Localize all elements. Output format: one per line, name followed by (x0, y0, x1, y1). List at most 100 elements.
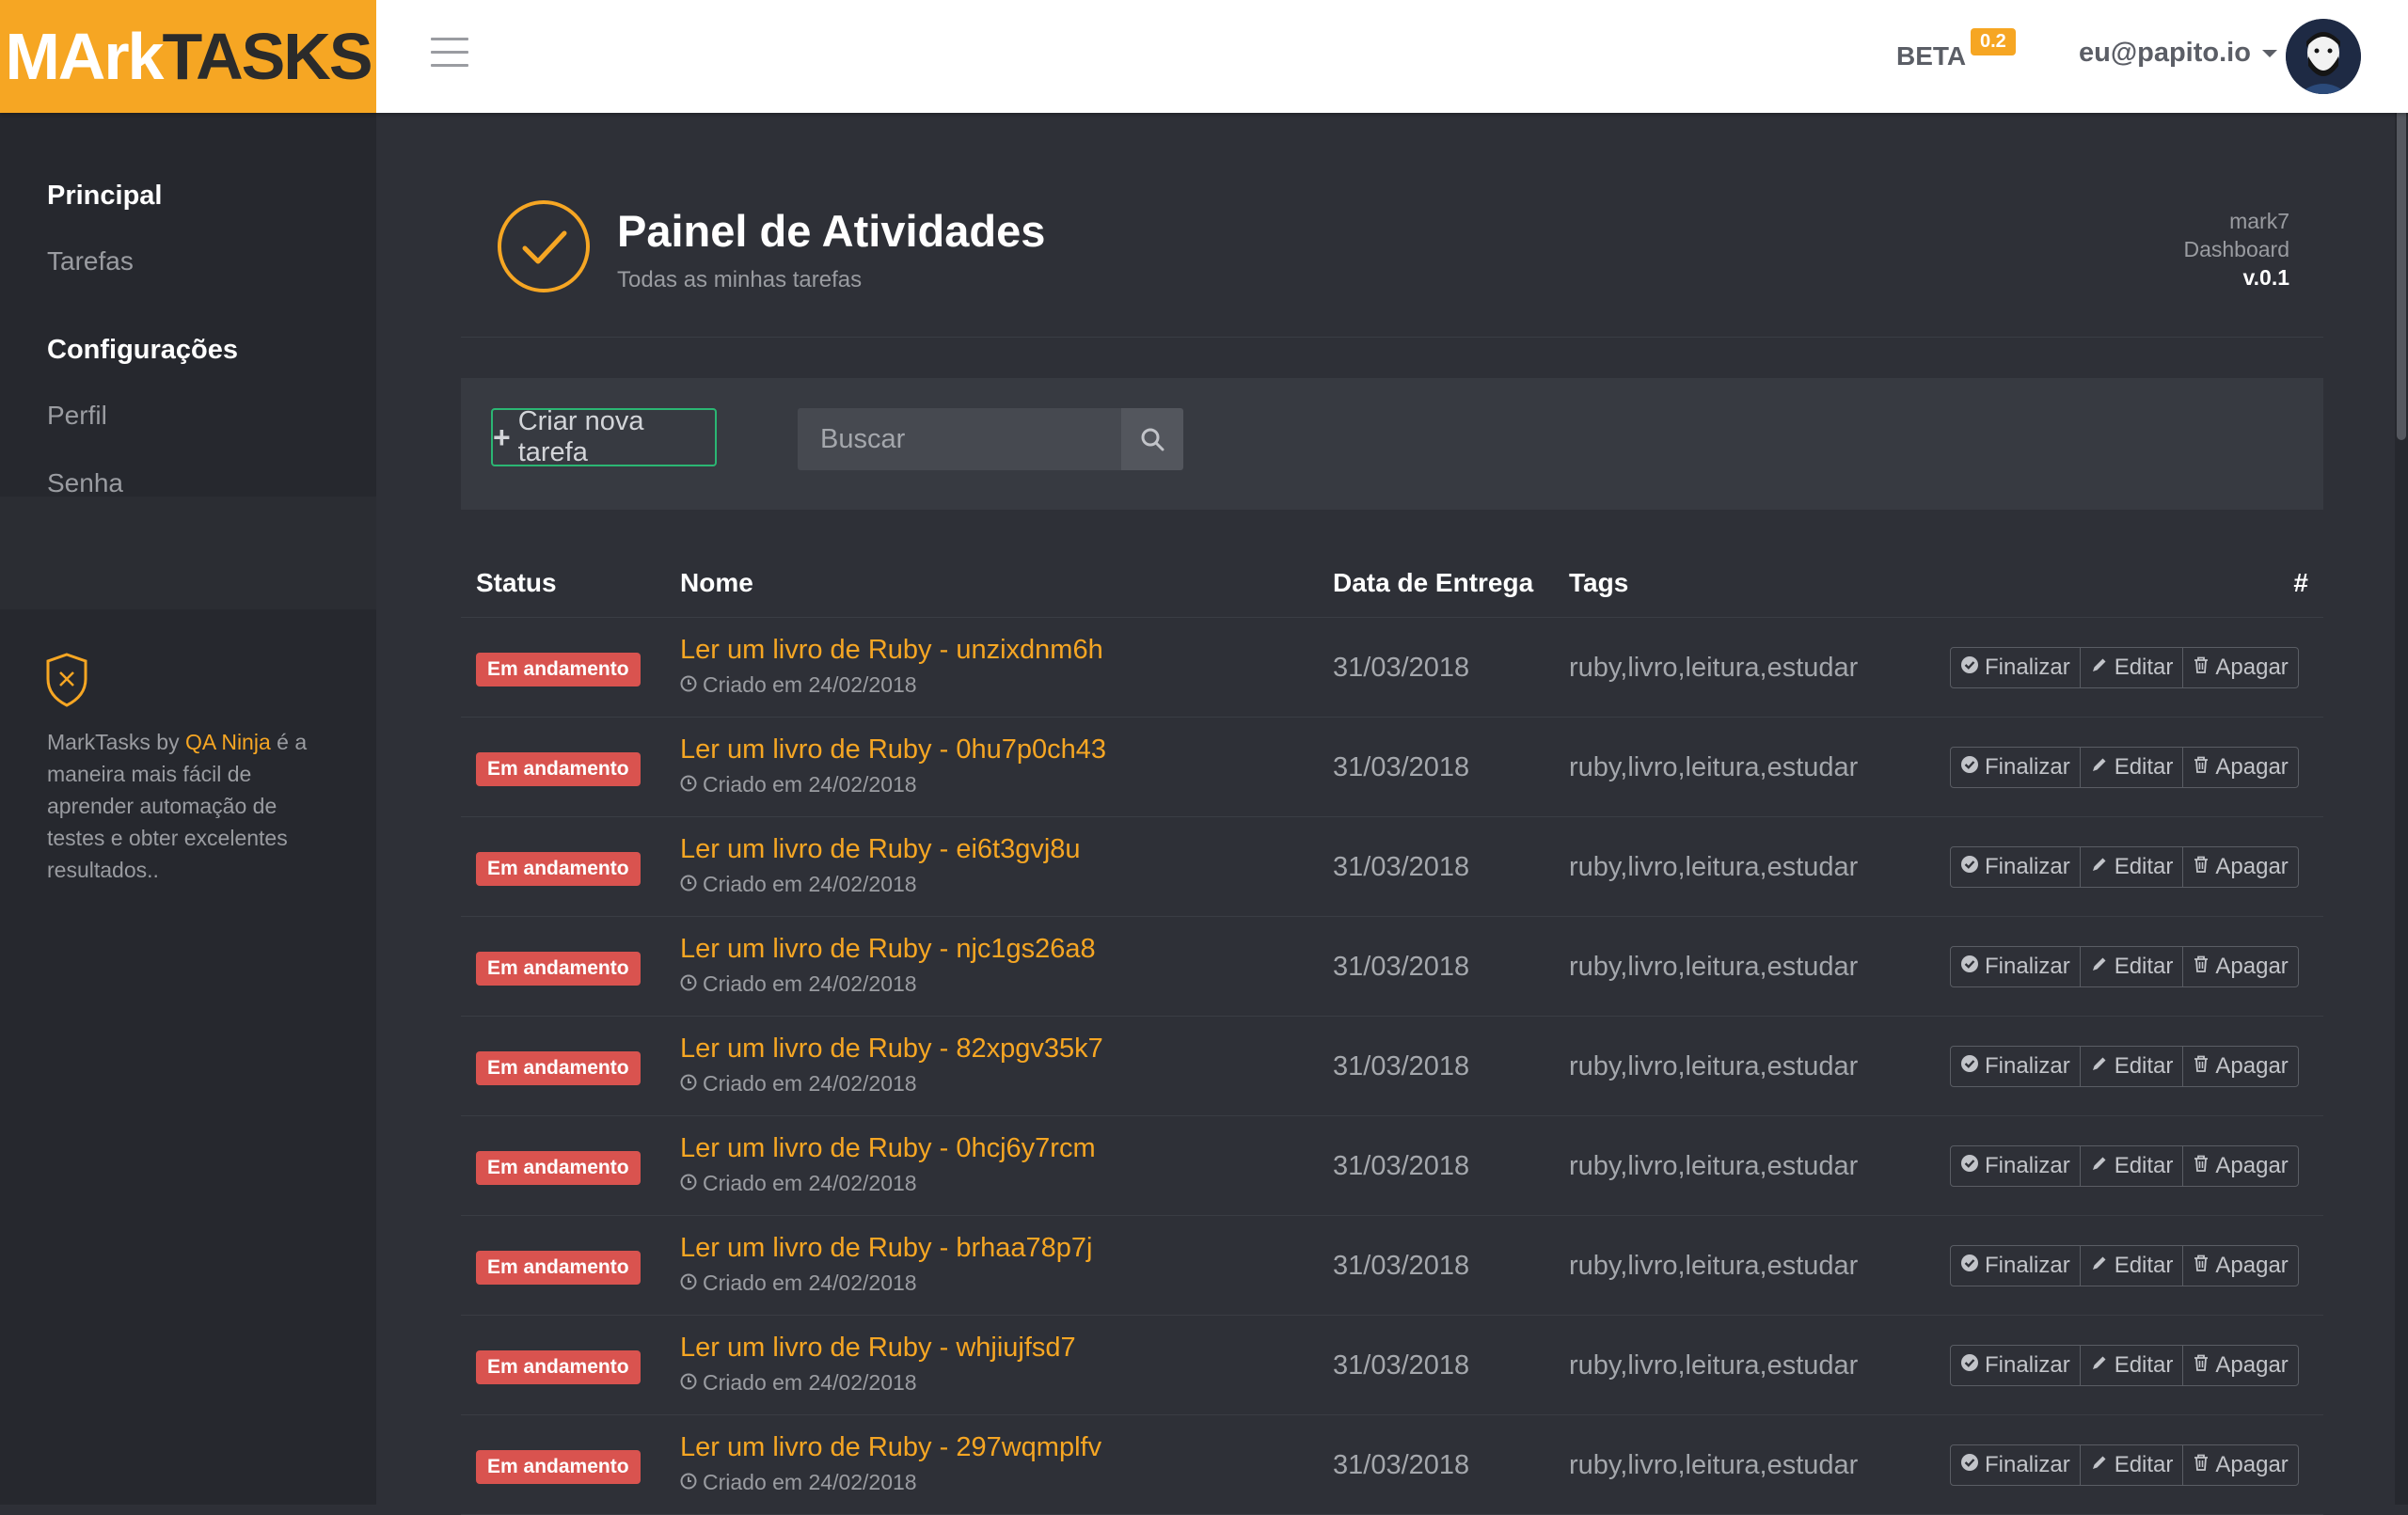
task-name-link[interactable]: Ler um livro de Ruby - 0hcj6y7rcm (680, 1133, 1096, 1164)
pencil-icon (2090, 954, 2115, 980)
due-date: 31/03/2018 (1333, 852, 1470, 882)
caret-down-icon (2261, 49, 2277, 57)
delete-button[interactable]: Apagar (2182, 1246, 2297, 1286)
column-due: Data de Entrega (1333, 568, 1534, 597)
search-input[interactable] (798, 408, 1121, 470)
create-task-label: Criar nova tarefa (517, 406, 644, 467)
edit-button[interactable]: Editar (2079, 748, 2183, 787)
qa-ninja-link[interactable]: QA Ninja (185, 730, 271, 754)
check-circle-icon (498, 200, 590, 292)
meta-version: v.0.1 (2242, 265, 2289, 290)
sidebar-divider (0, 497, 376, 609)
clock-icon (680, 1370, 697, 1396)
edit-button[interactable]: Editar (2079, 1146, 2183, 1186)
created-date: Criado em 24/02/2018 (680, 772, 917, 797)
sidebar-item-tasks[interactable]: Tarefas (0, 246, 134, 276)
delete-button[interactable]: Apagar (2182, 648, 2297, 687)
task-name-link[interactable]: Ler um livro de Ruby - 0hu7p0ch43 (680, 734, 1106, 765)
clock-icon (680, 971, 697, 997)
finish-button[interactable]: Finalizar (1951, 648, 2080, 687)
check-circle-icon (1960, 1452, 1985, 1478)
status-badge: Em andamento (476, 952, 641, 986)
sidebar-item-password[interactable]: Senha (0, 468, 123, 498)
delete-button[interactable]: Apagar (2182, 947, 2297, 986)
created-date: Criado em 24/02/2018 (680, 1370, 917, 1396)
create-task-button[interactable]: + Criar nova tarefa (491, 406, 717, 467)
trash-icon (2193, 954, 2215, 980)
table-row: Em andamento Ler um livro de Ruby - 0hcj6… (461, 1116, 2323, 1216)
delete-button[interactable]: Apagar (2182, 1047, 2297, 1086)
row-actions: Finalizar Editar Apagar (1950, 1145, 2299, 1187)
edit-button[interactable]: Editar (2079, 1246, 2183, 1286)
pencil-icon (2090, 1053, 2115, 1080)
task-name-link[interactable]: Ler um livro de Ruby - njc1gs26a8 (680, 934, 1096, 965)
due-date: 31/03/2018 (1333, 952, 1470, 982)
status-badge: Em andamento (476, 1350, 641, 1384)
task-tags: ruby,livro,leitura,estudar (1569, 1151, 1859, 1181)
finish-button[interactable]: Finalizar (1951, 847, 2080, 887)
sidebar-item-profile[interactable]: Perfil (0, 401, 107, 431)
hamburger-icon[interactable] (431, 38, 468, 68)
clock-icon (680, 1071, 697, 1097)
created-date: Criado em 24/02/2018 (680, 1171, 917, 1196)
finish-button[interactable]: Finalizar (1951, 1047, 2080, 1086)
status-badge: Em andamento (476, 1051, 641, 1085)
task-name-link[interactable]: Ler um livro de Ruby - ei6t3gvj8u (680, 834, 1081, 865)
task-name-link[interactable]: Ler um livro de Ruby - unzixdnm6h (680, 635, 1103, 666)
sidebar-about: MarkTasks by QA Ninja é a maneira mais f… (47, 730, 308, 882)
meta-section: Dashboard (2183, 237, 2289, 261)
status-badge: Em andamento (476, 1151, 641, 1185)
pencil-icon (2090, 854, 2115, 880)
trash-icon (2193, 754, 2215, 781)
table-row: Em andamento Ler um livro de Ruby - unzix… (461, 618, 2323, 718)
task-name-link[interactable]: Ler um livro de Ruby - 82xpgv35k7 (680, 1034, 1103, 1065)
finish-button[interactable]: Finalizar (1951, 1146, 2080, 1186)
delete-button[interactable]: Apagar (2182, 748, 2297, 787)
trash-icon (2193, 854, 2215, 880)
edit-button[interactable]: Editar (2079, 1445, 2183, 1485)
finish-button[interactable]: Finalizar (1951, 947, 2080, 986)
page-scrollbar[interactable] (2395, 0, 2408, 1505)
clock-icon (680, 872, 697, 897)
task-name-link[interactable]: Ler um livro de Ruby - 297wqmplfv (680, 1432, 1101, 1463)
beta-label: BETA (1896, 41, 1967, 71)
version-badge: 0.2 (1971, 28, 2016, 55)
finish-button[interactable]: Finalizar (1951, 1346, 2080, 1385)
trash-icon (2193, 655, 2215, 681)
check-circle-icon (1960, 754, 1985, 781)
page-subtitle: Todas as minhas tarefas (617, 267, 863, 292)
edit-button[interactable]: Editar (2079, 947, 2183, 986)
delete-button[interactable]: Apagar (2182, 1445, 2297, 1485)
finish-button[interactable]: Finalizar (1951, 1445, 2080, 1485)
edit-button[interactable]: Editar (2079, 1346, 2183, 1385)
finish-button[interactable]: Finalizar (1951, 1246, 2080, 1286)
finish-button[interactable]: Finalizar (1951, 748, 2080, 787)
task-tags: ruby,livro,leitura,estudar (1569, 852, 1859, 882)
row-actions: Finalizar Editar Apagar (1950, 946, 2299, 987)
logo[interactable]: MArkTASKS (0, 0, 376, 113)
toolbar: + Criar nova tarefa (461, 378, 2323, 510)
pencil-icon (2090, 655, 2115, 681)
edit-button[interactable]: Editar (2079, 648, 2183, 687)
created-date: Criado em 24/02/2018 (680, 872, 917, 897)
avatar[interactable] (2286, 19, 2361, 94)
check-circle-icon (1960, 655, 1985, 681)
column-name: Nome (680, 568, 753, 597)
task-name-link[interactable]: Ler um livro de Ruby - brhaa78p7j (680, 1233, 1092, 1264)
search-icon (1141, 428, 1164, 451)
check-circle-icon (1960, 954, 1985, 980)
edit-button[interactable]: Editar (2079, 847, 2183, 887)
task-name-link[interactable]: Ler um livro de Ruby - whjiujfsd7 (680, 1333, 1076, 1364)
row-actions: Finalizar Editar Apagar (1950, 1245, 2299, 1286)
search-button[interactable] (1121, 408, 1183, 470)
column-status: Status (476, 568, 557, 597)
edit-button[interactable]: Editar (2079, 1047, 2183, 1086)
page-title: Painel de Atividades (617, 206, 1046, 256)
top-bar: MArkTASKS BETA 0.2 eu@papito.io (0, 0, 2408, 113)
delete-button[interactable]: Apagar (2182, 1346, 2297, 1385)
row-actions: Finalizar Editar Apagar (1950, 1444, 2299, 1486)
delete-button[interactable]: Apagar (2182, 1146, 2297, 1186)
delete-button[interactable]: Apagar (2182, 847, 2297, 887)
user-menu[interactable]: eu@papito.io (2079, 38, 2277, 69)
table-row: Em andamento Ler um livro de Ruby - 0hu7p… (461, 718, 2323, 817)
